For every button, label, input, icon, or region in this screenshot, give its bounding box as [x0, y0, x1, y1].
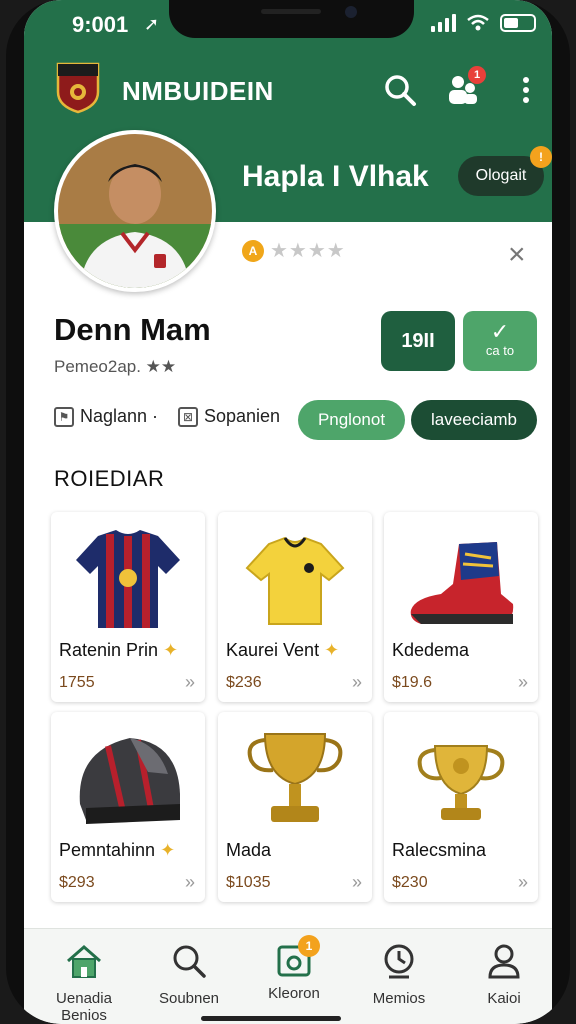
status-indicators	[431, 14, 536, 32]
meta-country: ⊠ Sopanien	[178, 406, 280, 427]
product-name: Ratenin Prin ✦	[59, 640, 179, 660]
check-icon: ✓	[490, 319, 510, 344]
player-photo	[58, 134, 212, 288]
product-card[interactable]: Ratenin Prin ✦ 1755 »	[51, 512, 205, 702]
yellow-shirt-icon	[245, 536, 345, 625]
nav-home-label: Uenadia	[56, 990, 112, 1007]
more-icon[interactable]	[508, 72, 544, 108]
chevron-right-icon: »	[517, 672, 528, 692]
nav-memos-label: Memios	[372, 990, 426, 1007]
logout-button[interactable]: Ologait !	[458, 146, 552, 196]
nav-memos[interactable]: Memios	[349, 941, 449, 1007]
stat-primary-button[interactable]: 19II	[381, 311, 455, 371]
profile-avatar[interactable]	[54, 130, 216, 292]
phone-frame: 9:001 ➚ NMBUIDEIN 1 Hapla I Vlhak Ologai…	[6, 0, 570, 1024]
section-title: ROIEDIAR	[54, 466, 165, 491]
product-card[interactable]: Mada $1035 »	[218, 712, 372, 902]
signal-icon	[431, 14, 456, 32]
rating-stars: ★★★★	[270, 240, 346, 262]
profile-header-name: Hapla I Vlhak	[242, 160, 429, 193]
stat-secondary-button[interactable]: ✓ ca to	[463, 311, 537, 371]
stat-secondary-label: ca to	[485, 343, 515, 358]
search-icon	[173, 945, 206, 978]
meta-location: ⚑ Naglann ·	[54, 406, 158, 427]
meta-country-label: Sopanien	[204, 406, 281, 426]
product-card[interactable]: Pemntahinn ✦ $293 »	[51, 712, 205, 902]
bottom-nav: Uenadia Benios Soubnen 1 Kleoron Memios …	[24, 928, 552, 1024]
product-name: Ralecsmina	[392, 840, 487, 860]
product-price: $19.6	[392, 674, 433, 691]
tab-secondary-label: laveeciamb	[431, 410, 517, 429]
location-arrow-icon: ➚	[144, 14, 160, 34]
club-crest-icon[interactable]	[56, 62, 100, 114]
chevron-right-icon: »	[517, 872, 528, 892]
logout-label: Ologait	[475, 167, 527, 184]
logout-badge: !	[530, 146, 552, 168]
nav-camera-badge: 1	[298, 935, 320, 957]
tab-primary[interactable]: Pnglonot	[298, 400, 405, 440]
home-icon	[67, 945, 101, 978]
coin-icon: A	[242, 239, 264, 262]
nav-profile-label: Kaioi	[487, 990, 521, 1007]
nav-search[interactable]: Soubnen	[139, 941, 239, 1007]
stat-primary-value: 19II	[401, 330, 435, 352]
chevron-right-icon: »	[184, 872, 195, 892]
product-name: Mada	[226, 840, 272, 860]
chevron-right-icon: »	[184, 672, 195, 692]
product-price: 1755	[59, 674, 95, 691]
image-icon: ⊠	[178, 406, 198, 427]
app-title: NMBUIDEIN	[122, 76, 274, 106]
team-notifications-button[interactable]: 1	[444, 66, 486, 108]
notch	[169, 0, 414, 38]
nav-home[interactable]: Uenadia Benios	[34, 941, 134, 1024]
jersey-icon	[76, 530, 180, 628]
nav-search-label: Soubnen	[158, 990, 220, 1007]
notification-badge: 1	[468, 66, 486, 84]
camera-button: 1	[274, 935, 320, 981]
nav-home-sublabel: Benios	[61, 1007, 107, 1024]
product-card[interactable]: Kaurei Vent ✦ $236 »	[218, 512, 372, 702]
flag-icon: ⚑	[54, 406, 74, 427]
chevron-right-icon: »	[351, 672, 362, 692]
rating-row: A ★★★★	[242, 238, 346, 263]
tab-secondary[interactable]: laveeciamb	[411, 400, 537, 440]
player-name: Denn Mam	[54, 312, 211, 347]
speaker	[261, 9, 321, 14]
product-price: $293	[59, 874, 95, 891]
status-time: 9:001	[72, 12, 129, 37]
app-screen: 9:001 ➚ NMBUIDEIN 1 Hapla I Vlhak Ologai…	[24, 0, 552, 1024]
product-name: Kdedema	[392, 640, 470, 660]
product-price: $236	[226, 674, 262, 691]
battery-icon	[500, 14, 536, 32]
tab-primary-label: Pnglonot	[317, 410, 386, 429]
nav-camera-label: Kleoron	[268, 985, 320, 1002]
player-subtitle: Pemeo2ap. ★★	[54, 357, 177, 376]
meta-location-label: Naglann ·	[80, 406, 159, 426]
product-price: $230	[392, 874, 428, 891]
trophy-icon	[247, 733, 343, 822]
clock-icon	[384, 944, 414, 979]
user-icon	[488, 944, 520, 979]
boot-icon	[410, 542, 514, 624]
chevron-right-icon: »	[351, 872, 362, 892]
search-icon[interactable]	[382, 72, 418, 108]
close-icon[interactable]: ×	[508, 240, 526, 270]
helmet-icon	[79, 738, 180, 824]
product-name: Pemntahinn ✦	[59, 840, 176, 860]
product-name: Kaurei Vent ✦	[226, 640, 340, 660]
product-price: $1035	[226, 874, 271, 891]
cup-icon	[417, 745, 505, 820]
wifi-icon	[467, 14, 489, 31]
nav-profile[interactable]: Kaioi	[454, 941, 552, 1007]
home-indicator	[201, 1016, 341, 1021]
camera-lens	[345, 6, 357, 18]
nav-camera[interactable]: 1 Kleoron	[244, 935, 344, 1002]
product-card[interactable]: Ralecsmina $230 »	[384, 712, 538, 902]
product-card[interactable]: Kdedema $19.6 »	[384, 512, 538, 702]
